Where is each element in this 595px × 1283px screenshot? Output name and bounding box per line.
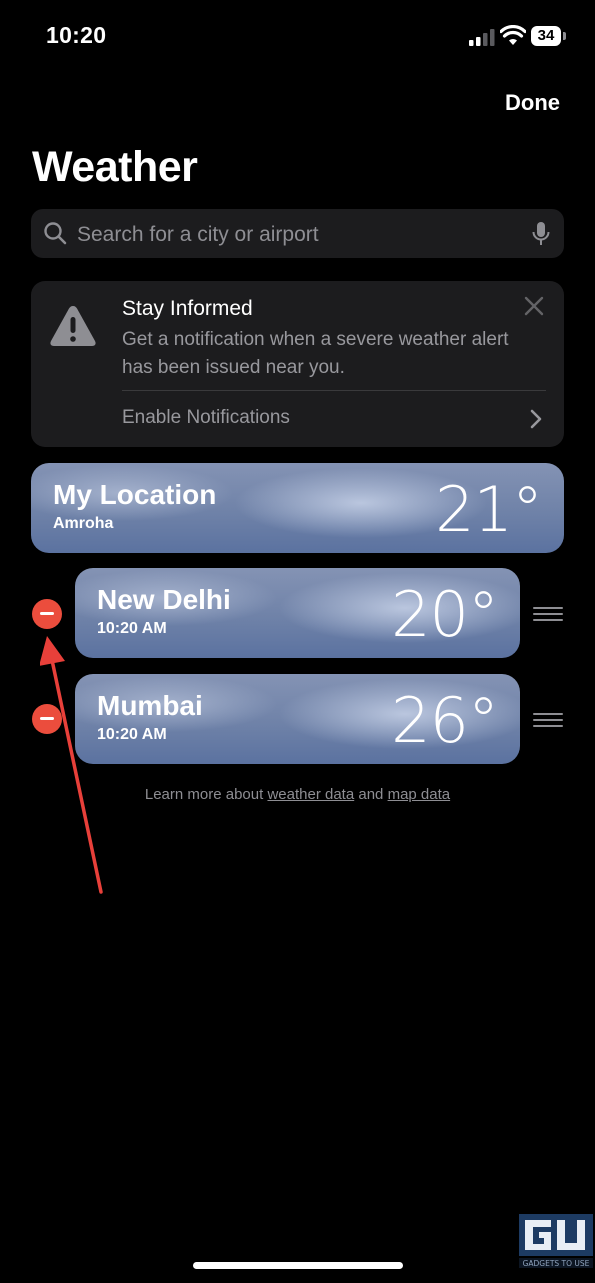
location-name: My Location (53, 479, 217, 510)
location-name: New Delhi (97, 584, 231, 615)
map-data-link[interactable]: map data (388, 786, 451, 803)
alert-divider (122, 390, 546, 391)
wifi-icon (500, 25, 526, 45)
battery-indicator: 34 (531, 26, 567, 46)
watermark-text: GADGETS TO USE (523, 1259, 590, 1268)
reorder-handle-icon[interactable] (533, 606, 563, 622)
location-card-new-delhi[interactable]: New Delhi 10:20 AM 20° (75, 568, 520, 658)
location-temperature: 20° (391, 578, 499, 651)
annotation-arrow-icon (40, 636, 103, 894)
page-title: Weather (32, 143, 198, 191)
alert-body: Get a notification when a severe weather… (122, 329, 509, 378)
search-input[interactable] (75, 217, 519, 252)
delete-new-delhi-button[interactable] (32, 599, 62, 629)
search-bar[interactable] (31, 209, 564, 258)
location-temperature: 26° (391, 684, 499, 757)
location-subtitle: Amroha (53, 515, 114, 532)
severe-weather-alert-card: Stay Informed Get a notification when a … (31, 281, 564, 447)
warning-icon (50, 306, 96, 346)
alert-title: Stay Informed (122, 297, 253, 320)
footer-middle: and (358, 786, 384, 803)
battery-level: 34 (531, 26, 561, 46)
chevron-right-icon[interactable] (529, 408, 543, 430)
gadgets-to-use-logo: GADGETS TO USE (519, 1214, 593, 1268)
cellular-signal-icon (469, 29, 495, 46)
microphone-icon[interactable] (531, 221, 551, 247)
location-card-mumbai[interactable]: Mumbai 10:20 AM 26° (75, 674, 520, 764)
battery-cap (563, 32, 566, 40)
weather-data-link[interactable]: weather data (267, 786, 354, 803)
search-icon (44, 222, 67, 245)
location-card-my-location[interactable]: My Location Amroha 21° (31, 463, 564, 553)
reorder-handle-icon[interactable] (533, 712, 563, 728)
home-indicator[interactable] (193, 1262, 403, 1269)
status-time: 10:20 (46, 22, 107, 48)
close-icon[interactable] (524, 296, 544, 316)
enable-notifications-link[interactable]: Enable Notifications (122, 407, 290, 429)
done-button[interactable]: Done (505, 90, 560, 116)
footer-prefix: Learn more about (144, 786, 264, 803)
location-name: Mumbai (97, 690, 203, 721)
location-temperature: 21° (435, 473, 543, 546)
